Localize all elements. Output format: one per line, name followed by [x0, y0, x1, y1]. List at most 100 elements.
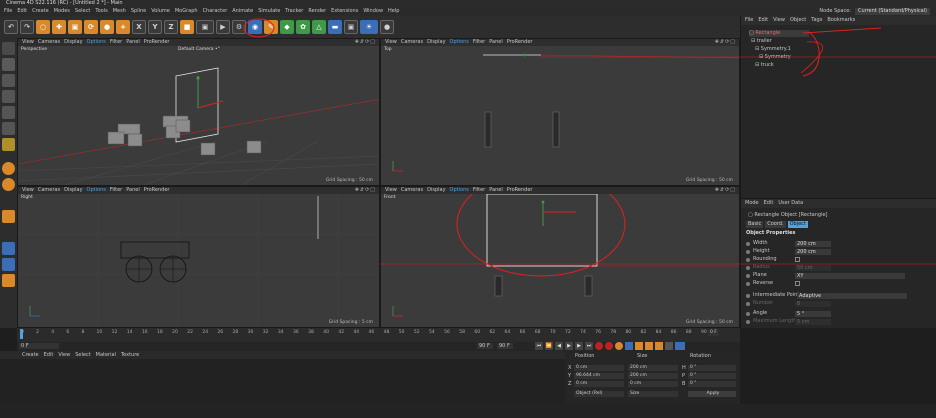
menu-simulate[interactable]: Simulate [258, 7, 280, 16]
vp-menu-filter[interactable]: Filter [110, 39, 122, 46]
edges-mode-icon[interactable] [2, 106, 15, 119]
material-area[interactable] [0, 359, 565, 404]
position-y-field[interactable]: 96.644 cm [574, 373, 624, 379]
make-editable-icon[interactable] [2, 42, 15, 55]
x-axis-lock[interactable]: X [132, 20, 146, 34]
size-x-field[interactable]: 200 cm [628, 365, 678, 371]
prev-frame-icon[interactable]: ◀ [555, 342, 563, 350]
size-mode-select[interactable]: Size [628, 391, 678, 397]
polygons-mode-icon[interactable] [2, 122, 15, 135]
model-mode-icon[interactable] [2, 58, 15, 71]
tab-basic[interactable]: Basic [746, 221, 764, 228]
rotation-b-field[interactable]: 0 ° [688, 381, 736, 387]
node-space-select[interactable]: Current (Standard/Physical) [854, 8, 930, 15]
tab-coord[interactable]: Coord. [765, 221, 786, 228]
am-menu-edit[interactable]: Edit [764, 199, 774, 208]
plane-select[interactable]: XY [795, 272, 905, 279]
menu-tools[interactable]: Tools [95, 7, 107, 16]
vp-menu-filter[interactable]: Filter [110, 187, 122, 194]
vp-menu-options[interactable]: Options [87, 39, 106, 46]
menu-extensions[interactable]: Extensions [331, 7, 358, 16]
autokey-icon[interactable] [605, 342, 613, 350]
coord-mode-select[interactable]: Object (Rel) [574, 391, 624, 397]
vp-menu-prorender[interactable]: ProRender [144, 187, 170, 194]
record-icon[interactable] [595, 342, 603, 350]
vp-menu-options[interactable]: Options [450, 187, 469, 194]
vp-menu-prorender[interactable]: ProRender [144, 39, 170, 46]
viewport-perspective[interactable]: View Cameras Display Options Filter Pane… [17, 38, 380, 186]
vp-menu-view[interactable]: View [385, 187, 397, 194]
redo-icon[interactable]: ↷ [20, 20, 34, 34]
vp-menu-prorender[interactable]: ProRender [507, 187, 533, 194]
next-frame-icon[interactable]: ▶ [575, 342, 583, 350]
cloner-icon[interactable]: ✿ [296, 20, 310, 34]
end-frame-field[interactable]: 90 F [477, 343, 493, 349]
playhead[interactable] [20, 329, 23, 339]
menu-window[interactable]: Window [363, 7, 383, 16]
rotate-tool-icon[interactable]: ⟳ [84, 20, 98, 34]
rotation-h-field[interactable]: 0 ° [688, 365, 736, 371]
coordinate-system-icon[interactable]: ■ [180, 20, 194, 34]
scale-tool-icon[interactable]: ▣ [68, 20, 82, 34]
current-frame-field[interactable]: 0 F [708, 330, 719, 336]
vp-menu-panel[interactable]: Panel [489, 187, 503, 194]
apply-button[interactable]: Apply [688, 391, 736, 397]
am-menu-mode[interactable]: Mode [745, 199, 759, 208]
key-pla-icon[interactable] [665, 342, 673, 350]
menu-spline[interactable]: Spline [131, 7, 146, 16]
key-param-icon[interactable] [655, 342, 663, 350]
menu-mograph[interactable]: MoGraph [175, 7, 198, 16]
vp-menu-view[interactable]: View [22, 187, 34, 194]
menu-select[interactable]: Select [75, 7, 90, 16]
viewport-nav-icons[interactable]: ✚⇵⟳□ [715, 187, 736, 194]
menu-modes[interactable]: Modes [54, 7, 70, 16]
angle-field[interactable]: 5 ° [795, 310, 831, 317]
enable-axis-icon[interactable] [2, 162, 15, 175]
vp-menu-cameras[interactable]: Cameras [401, 187, 423, 194]
start-frame-field[interactable]: 0 F [19, 343, 59, 349]
vp-menu-view[interactable]: View [385, 39, 397, 46]
key-rotation-icon[interactable] [645, 342, 653, 350]
position-z-field[interactable]: 0 cm [574, 381, 624, 387]
vp-menu-filter[interactable]: Filter [473, 187, 485, 194]
am-menu-userdata[interactable]: User Data [778, 199, 803, 208]
viewport-right[interactable]: View Cameras Display Options Filter Pane… [17, 186, 380, 328]
last-frame-icon[interactable]: ⏭ [585, 342, 593, 350]
viewport-front[interactable]: View Cameras Display Options Filter Pane… [380, 186, 740, 328]
mat-menu-view[interactable]: View [58, 351, 70, 359]
vp-menu-panel[interactable]: Panel [489, 39, 503, 46]
vp-menu-prorender[interactable]: ProRender [507, 39, 533, 46]
viewport-nav-icons[interactable]: ✚⇵⟳□ [715, 39, 736, 46]
render-region-icon[interactable]: ▣ [196, 20, 214, 34]
floor-icon[interactable]: ▬ [328, 20, 342, 34]
add-tool-icon[interactable]: + [116, 20, 130, 34]
move-tool-icon[interactable]: ✚ [52, 20, 66, 34]
menu-animate[interactable]: Animate [232, 7, 253, 16]
vp-menu-cameras[interactable]: Cameras [38, 187, 60, 194]
workplane-icon[interactable] [2, 210, 15, 223]
menu-help[interactable]: Help [388, 7, 399, 16]
reverse-checkbox[interactable] [795, 281, 800, 286]
vp-menu-cameras[interactable]: Cameras [38, 39, 60, 46]
vp-menu-panel[interactable]: Panel [126, 187, 140, 194]
vp-menu-filter[interactable]: Filter [473, 39, 485, 46]
play-icon[interactable]: ▶ [565, 342, 573, 350]
tag-icon[interactable]: ● [380, 20, 394, 34]
viewport-top[interactable]: View Cameras Display Options Filter Pane… [380, 38, 740, 186]
vp-menu-display[interactable]: Display [64, 39, 82, 46]
render-view-icon[interactable]: ▶ [216, 20, 230, 34]
uv-mode-icon[interactable] [2, 138, 15, 151]
subdivision-icon[interactable]: ◆ [280, 20, 294, 34]
vp-menu-display[interactable]: Display [64, 187, 82, 194]
keyframe-icon[interactable] [615, 342, 623, 350]
planar-workplane-icon[interactable] [2, 258, 15, 271]
tab-object[interactable]: Object [787, 221, 808, 228]
width-field[interactable]: 200 cm [795, 240, 831, 247]
points-mode-icon[interactable] [2, 90, 15, 103]
size-y-field[interactable]: 200 cm [628, 373, 678, 379]
prev-key-icon[interactable]: ⏪ [545, 342, 553, 350]
y-axis-lock[interactable]: Y [148, 20, 162, 34]
number-field[interactable]: 8 [795, 300, 831, 307]
camera-icon[interactable]: ▣ [344, 20, 358, 34]
menu-create[interactable]: Create [32, 7, 49, 16]
